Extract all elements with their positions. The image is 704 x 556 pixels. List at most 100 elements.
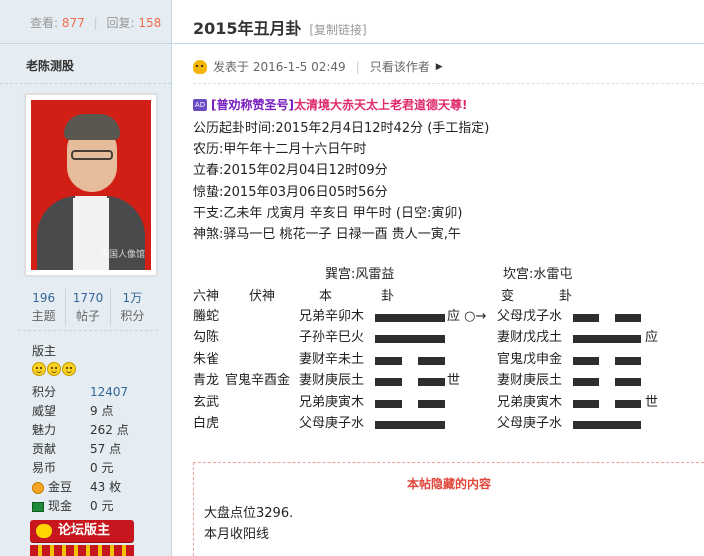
count-topics[interactable]: 196 主题 [22,289,65,325]
views-label: 查看: [30,16,59,30]
info-key: 现金 [48,499,73,513]
stats-divider: | [93,16,98,30]
ad-text-prefix: [普劝称赞圣号] [211,98,294,112]
count-posts[interactable]: 1770 帖子 [65,289,109,325]
author-role: 版主 [32,344,57,358]
author-only-link[interactable]: 只看该作者 [370,58,430,75]
ad-banner[interactable]: AD [普劝称赞圣号]太清境大赤天太上老君道德天尊! [193,96,467,113]
post-main: 2015年丑月卦 [复制链接] 发表于 2016-1-5 02:49 | 只看该… [173,0,704,556]
info-value: 43 枚 [90,480,122,494]
info-value[interactable]: 12407 [90,383,128,402]
header-six-gods: 六神 [193,289,220,304]
post-body: 公历起卦时间:2015年2月4日12时42分 (手工指定) 农历:甲午年十二月十… [193,118,489,245]
ad-text-main: 太清境大赤天太上老君道德天尊 [293,98,462,112]
info-value: 0 元 [90,461,114,475]
bian-gua-line-label: 官鬼戊申金 [497,351,563,367]
ben-gua-line-label: 妻财辛未土 [299,351,365,367]
replies-count: 158 [138,16,162,30]
post-title-bar: 2015年丑月卦 [复制链接] [173,0,704,44]
copy-link-button[interactable]: [复制链接] [309,23,366,37]
thread-stats: 查看: 877 | 回复: 158 [0,0,171,44]
bian-gua-line-label: 父母戊子水 [497,309,563,324]
bian-gua-yin-line [573,356,599,365]
header-bian: 变 [501,289,515,304]
triangle-right-icon: ▶ [435,61,443,72]
hidden-content-box: 本帖隐藏的内容 大盘点位3296. 本月收阳线 [193,462,704,556]
hidden-line: 本月收阳线 [204,527,270,542]
ben-gua-yang-line [375,335,445,344]
avatar-watermark: 中国人像馆 [99,250,145,260]
avatar[interactable]: 中国人像馆 [25,94,157,276]
ben-gua-yin-line [375,356,402,365]
bian-gua-yin-line [615,378,641,387]
bian-gua-line-label: 兄弟庚寅木 [497,394,563,410]
author-username[interactable]: 老陈测股 [26,59,74,73]
info-key: 威望 [32,404,57,418]
bian-gua-yin-line [573,314,599,322]
info-key: 积分 [32,385,57,399]
info-row-coins: 易币 0 元 [32,459,162,478]
body-line: 公历起卦时间:2015年2月4日12时42分 (手工指定) [193,121,490,136]
ben-gua-line-label: 妻财庚辰土 [299,373,365,389]
replies-label: 回复: [106,16,135,30]
author-info-list: 积分 12407 威望 9 点 魅力 262 点 贡献 57 点 易币 0 元 … [32,383,162,516]
online-status-icon [193,59,207,74]
ben-gua-yin-line [418,356,445,365]
six-god-label: 朱雀 [193,351,220,367]
info-row-contribution: 贡献 57 点 [32,440,162,459]
moderator-badge[interactable]: 论坛版主 [30,520,134,542]
ben-gua-line-label: 父母庚子水 [299,416,365,431]
coin-icon [32,481,44,494]
smiley-icon [62,362,76,376]
info-row-cash: 现金 0 元 [32,497,162,516]
body-line: 农历:甲午年十二月十六日午时 [193,142,367,158]
hidden-content-title: 本帖隐藏的内容 [406,477,491,491]
count-posts-value: 1770 [72,291,104,305]
count-points[interactable]: 1万 积分 [109,289,154,325]
bian-gua-line-label: 妻财庚辰土 [497,373,563,389]
six-god-label: 玄武 [193,394,220,410]
bian-gua-line-label: 妻财戊戌土 [497,330,563,346]
avatar-photo: 中国人像馆 [31,100,151,270]
header-gua-changed: 卦 [559,289,573,304]
six-god-label: 白虎 [193,416,220,431]
ben-gua-yang-line [375,421,445,429]
info-value: 9 点 [90,404,114,418]
hidden-line: 大盘点位3296. [204,506,294,521]
smiley-icon [32,362,46,376]
ben-gua-mark: 应 ○→ [447,309,487,324]
bian-gua-yin-line [615,399,641,408]
header-ben: 本 [319,289,333,304]
bian-gua-mark: 世 [645,394,659,410]
six-god-label: 螣蛇 [193,309,220,324]
info-key: 魅力 [32,423,57,437]
ad-text: [普劝称赞圣号]太清境大赤天太上老君道德天尊! [211,96,467,113]
info-key: 贡献 [32,442,57,456]
count-topics-value: 196 [32,291,56,305]
count-points-value: 1万 [122,291,143,305]
right-palace-label: 坎宫:水雷屯 [503,267,573,282]
left-palace-label: 巽宫:风雷益 [325,267,395,282]
page-title: 2015年丑月卦 [193,19,302,38]
ben-gua-line-label: 子孙辛巳火 [299,330,365,346]
medal-strip [30,545,134,556]
info-key: 金豆 [48,480,73,494]
body-line: 惊蛰:2015年03月06日05时56分 [193,184,388,200]
info-value: 262 点 [90,423,129,437]
ben-gua-yin-line [375,399,402,408]
six-god-label: 青龙 [193,373,220,389]
header-gua: 卦 [381,289,395,304]
author-sidebar: 查看: 877 | 回复: 158 老陈测股 中国人像馆 196 主题 1770… [0,0,172,556]
bian-gua-yin-line [573,399,599,408]
info-key: 易币 [32,461,57,475]
ben-gua-yang-line [375,314,445,322]
ben-gua-yin-line [375,378,402,387]
body-line: 神煞:驿马一巳 桃花一子 日禄一酉 贵人一寅,午 [193,226,461,242]
bian-gua-line-label: 父母庚子水 [497,416,563,431]
count-points-label: 积分 [120,309,145,323]
smiley-icon [47,362,61,376]
hidden-spirit-label: 官鬼辛酉金 [225,373,291,389]
post-date: 发表于 2016-1-5 02:49 [213,60,346,74]
body-line: 干支:乙未年 戊寅月 辛亥日 甲午时 (日空:寅卯) [193,205,463,221]
ben-gua-yin-line [418,378,445,387]
